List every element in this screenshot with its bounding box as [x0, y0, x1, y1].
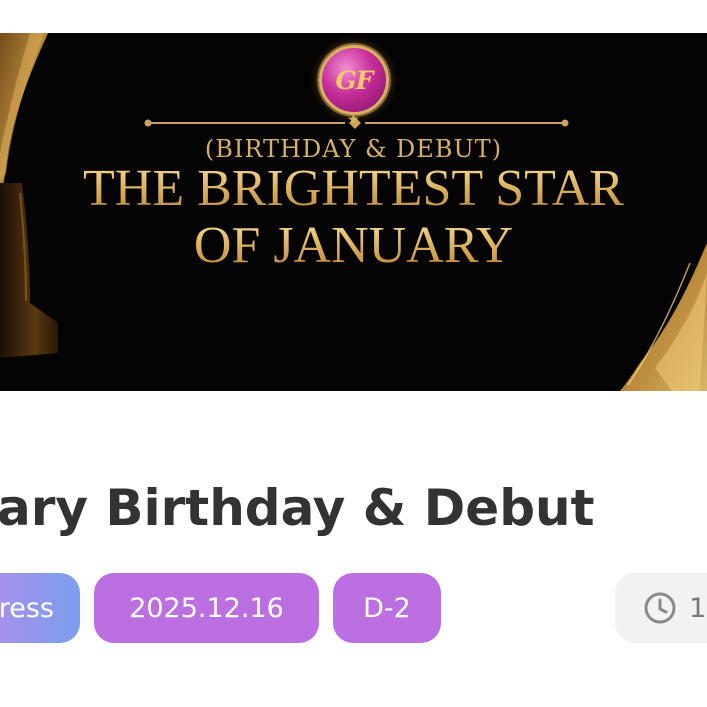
- date-badge: 2025.12.16: [94, 573, 319, 643]
- star-icon: ★: [347, 112, 360, 128]
- status-badge-label: ress: [0, 592, 54, 624]
- banner-subtitle: (BIRTHDAY & DEBUT): [204, 135, 503, 163]
- dday-badge-label: D-2: [363, 592, 411, 624]
- brand-logo-text: GF: [335, 65, 373, 95]
- brand-logo-icon: GF: [319, 45, 389, 115]
- event-title: ary Birthday & Debut: [0, 479, 595, 537]
- time-badge-label: 1: [689, 592, 707, 624]
- time-badge: 1: [615, 573, 707, 643]
- page: GF ★ (BIRTHDAY & DEBUT) THE BRIGHTEST ST…: [0, 0, 707, 707]
- date-badge-label: 2025.12.16: [129, 592, 284, 624]
- status-badge: ress: [0, 573, 80, 643]
- dday-badge: D-2: [333, 573, 441, 643]
- banner-title-line1: THE BRIGHTEST STAR: [0, 163, 707, 215]
- banner-title-line2: OF JANUARY: [0, 220, 707, 272]
- event-banner-image[interactable]: GF ★ (BIRTHDAY & DEBUT) THE BRIGHTEST ST…: [0, 33, 707, 391]
- clock-icon: [644, 592, 676, 624]
